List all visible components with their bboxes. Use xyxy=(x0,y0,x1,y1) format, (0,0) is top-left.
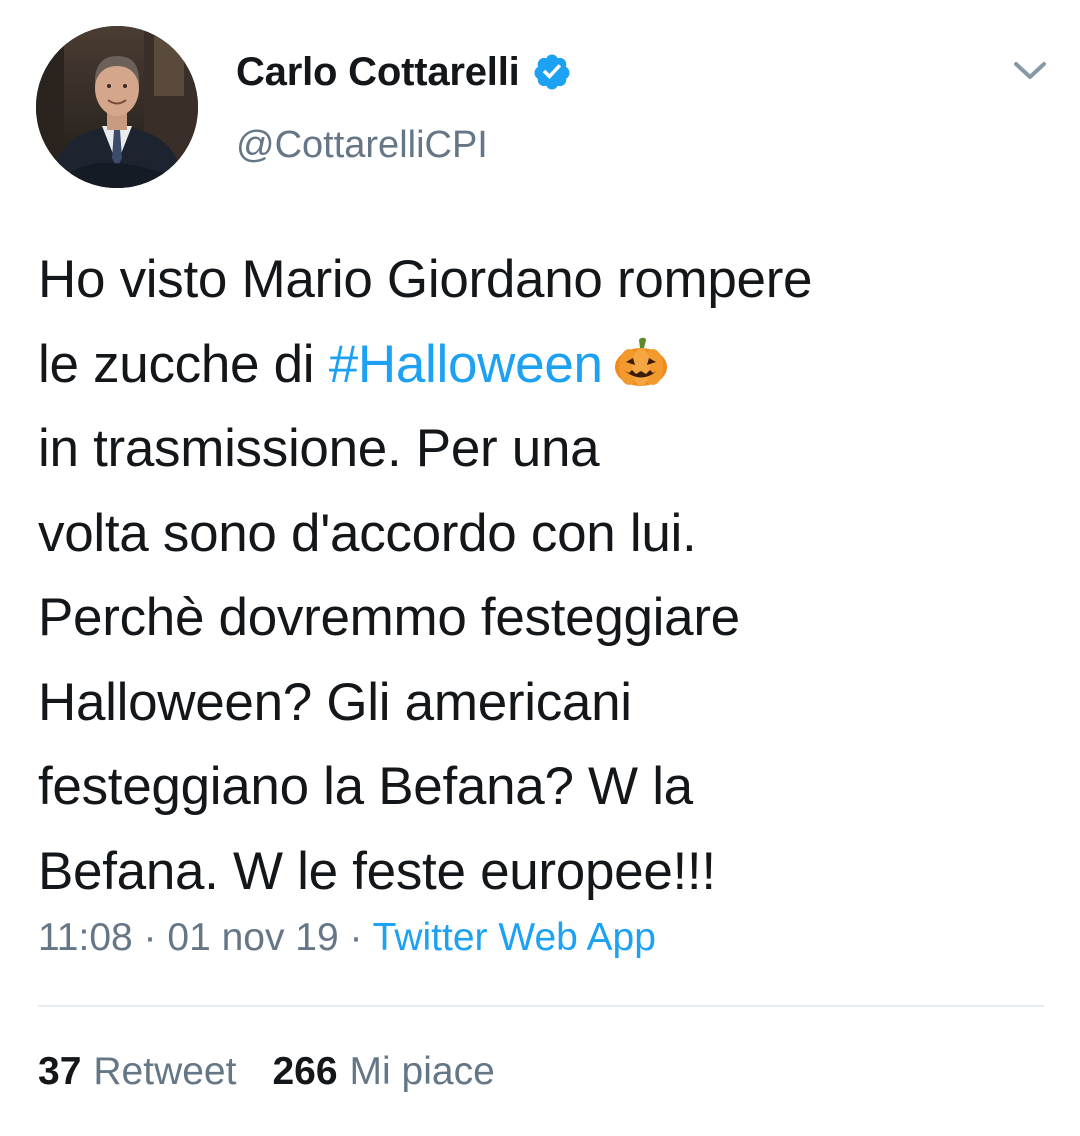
author-name-row[interactable]: Carlo Cottarelli xyxy=(236,48,572,96)
tweet-text-line: Halloween? Gli americani xyxy=(38,672,632,732)
likes-stat[interactable]: 266 Mi piace xyxy=(272,1050,494,1094)
retweets-label: Retweet xyxy=(93,1050,237,1093)
meta-separator: · xyxy=(338,916,373,959)
pumpkin-emoji-icon xyxy=(614,337,667,386)
retweets-count: 37 xyxy=(38,1050,82,1093)
tweet-metadata: 11:08 · 01 nov 19 · Twitter Web App xyxy=(38,916,656,960)
tweet-text-line: Befana. W le feste europee!!! xyxy=(38,841,716,901)
tweet-stats: 37 Retweet 266 Mi piace xyxy=(38,1050,495,1094)
tweet-text-line: Perchè dovremmo festeggiare xyxy=(38,588,740,647)
avatar[interactable] xyxy=(36,26,198,188)
meta-separator: · xyxy=(132,916,168,959)
tweet-time[interactable]: 11:08 xyxy=(38,916,133,959)
likes-label: Mi piace xyxy=(349,1050,495,1093)
tweet-text-line: Ho visto Mario Giordano rompere xyxy=(38,250,813,309)
tweet-text-line: festeggiano la Befana? W la xyxy=(38,757,693,816)
author-handle[interactable]: @CottarelliCPI xyxy=(236,124,488,167)
retweets-stat[interactable]: 37 Retweet xyxy=(38,1050,236,1094)
verified-badge-icon xyxy=(534,54,570,90)
tweet-source-link[interactable]: Twitter Web App xyxy=(373,916,656,959)
tweet-text-line: le zucche di #Halloween xyxy=(38,323,1048,408)
chevron-down-icon[interactable] xyxy=(1008,52,1052,88)
tweet-text: Ho visto Mario Giordano rompere le zucch… xyxy=(38,238,1048,914)
tweet-card: Carlo Cottarelli @CottarelliCPI Ho visto… xyxy=(0,0,1080,1136)
tweet-text-line: volta sono d'accordo con lui. xyxy=(38,503,697,563)
hashtag-link[interactable]: #Halloween xyxy=(329,335,603,394)
tweet-date[interactable]: 01 nov 19 xyxy=(167,916,338,959)
likes-count: 266 xyxy=(272,1050,338,1093)
tweet-text-segment: le zucche di xyxy=(38,334,329,394)
tweet-text-line: in trasmissione. Per una xyxy=(38,419,600,478)
author-display-name[interactable]: Carlo Cottarelli xyxy=(236,50,520,95)
divider xyxy=(38,1005,1044,1007)
